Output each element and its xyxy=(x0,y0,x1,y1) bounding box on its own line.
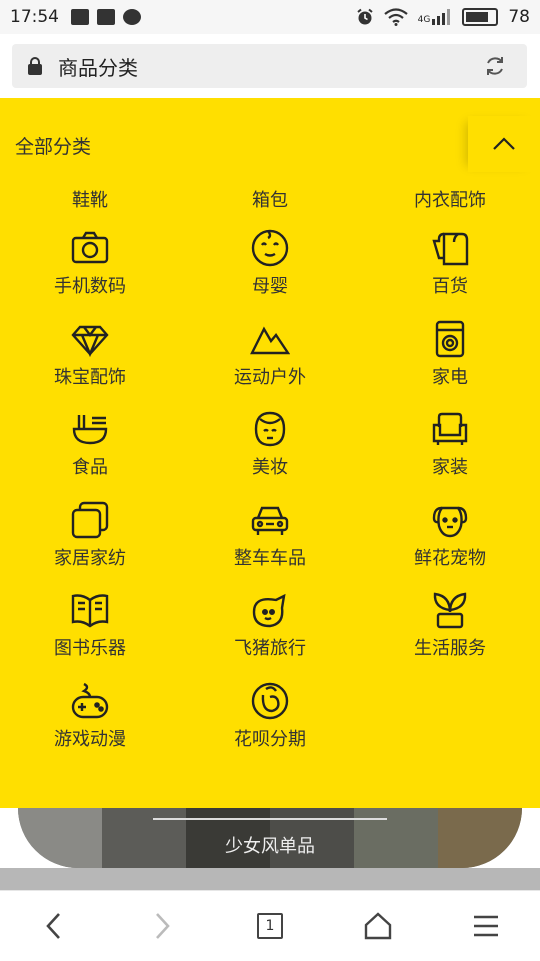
camera-icon xyxy=(71,231,109,264)
category-label: 百货 xyxy=(432,276,468,297)
category-games-anime[interactable]: 游戏动漫 xyxy=(0,681,180,772)
gamepad-icon xyxy=(71,682,109,718)
news-app-icon xyxy=(71,9,89,25)
panel-title: 全部分类 xyxy=(15,136,92,158)
fliggy-icon xyxy=(252,593,286,628)
category-label: 家电 xyxy=(432,366,468,388)
category-label: 美妆 xyxy=(252,457,288,478)
reader-app-icon xyxy=(97,9,115,25)
status-bar: 17:54 4G 78 xyxy=(0,0,540,34)
category-beauty[interactable]: 美妆 xyxy=(180,409,360,500)
notification-icons xyxy=(71,9,141,25)
category-label: 家居家纺 xyxy=(54,547,126,569)
category-travel[interactable]: 飞猪旅行 xyxy=(180,590,360,681)
signal-bars-icon xyxy=(432,9,451,25)
tissue-roll-icon xyxy=(432,232,469,266)
baby-face-icon xyxy=(251,229,289,267)
category-flowers-pets[interactable]: 鲜花宠物 xyxy=(360,500,540,591)
battery-icon xyxy=(462,8,499,26)
status-time: 17:54 xyxy=(10,7,59,27)
top-category-row: 鞋靴 箱包 内衣配饰 xyxy=(0,186,540,212)
category-jewelry[interactable]: 珠宝配饰 xyxy=(0,319,180,410)
chevron-right-icon xyxy=(156,913,170,939)
battery-level: 78 xyxy=(508,7,530,27)
sofa-icon xyxy=(432,412,468,445)
tab-count: 1 xyxy=(257,913,283,939)
category-label: 游戏动漫 xyxy=(54,728,126,750)
app-notification-icon xyxy=(123,9,141,25)
promo-banner[interactable]: 少女风单品 xyxy=(18,808,522,868)
content-strip xyxy=(0,868,540,890)
banner-divider xyxy=(153,818,387,820)
category-label: 飞猪旅行 xyxy=(234,638,306,659)
refresh-icon[interactable] xyxy=(483,54,507,78)
home-icon xyxy=(364,912,392,940)
category-underwear-accessories[interactable]: 内衣配饰 xyxy=(360,186,540,212)
collapse-button[interactable] xyxy=(468,116,540,172)
chevron-up-icon xyxy=(493,137,515,150)
category-appliances[interactable]: 家电 xyxy=(360,319,540,410)
category-bags[interactable]: 箱包 xyxy=(180,186,360,212)
forward-button[interactable] xyxy=(108,891,216,961)
category-books-instruments[interactable]: 图书乐器 xyxy=(0,590,180,681)
category-label: 家装 xyxy=(432,457,468,478)
category-label: 珠宝配饰 xyxy=(54,366,126,388)
menu-button[interactable] xyxy=(432,891,540,961)
category-digital[interactable]: 手机数码 xyxy=(0,228,180,319)
address-bar-area: 商品分类 xyxy=(0,34,540,98)
category-household[interactable]: 百货 xyxy=(360,228,540,319)
chevron-left-icon xyxy=(46,913,60,939)
washing-machine-icon xyxy=(435,320,465,357)
car-icon xyxy=(251,506,289,535)
category-label: 图书乐器 xyxy=(54,638,126,659)
lock-icon xyxy=(28,57,42,75)
signal-indicator: 4G xyxy=(418,9,453,25)
wifi-icon xyxy=(383,8,408,26)
sprout-icon xyxy=(433,592,467,629)
category-label: 整车车品 xyxy=(234,547,306,569)
category-home-decor[interactable]: 家装 xyxy=(360,409,540,500)
category-label: 鲜花宠物 xyxy=(414,547,486,569)
home-button[interactable] xyxy=(324,891,432,961)
mountain-icon xyxy=(250,325,290,354)
diamond-icon xyxy=(71,325,109,357)
huabei-icon xyxy=(251,682,289,719)
category-auto[interactable]: 整车车品 xyxy=(180,500,360,591)
category-label: 食品 xyxy=(72,457,108,478)
category-panel: 全部分类 鞋靴 箱包 内衣配饰 手机数码 母婴 百货 珠宝配饰 运动户外 家电 … xyxy=(0,98,540,808)
category-label: 生活服务 xyxy=(414,638,486,659)
address-bar[interactable]: 商品分类 xyxy=(12,44,527,88)
tabs-button[interactable]: 1 xyxy=(216,891,324,961)
book-icon xyxy=(71,594,109,628)
page-title: 商品分类 xyxy=(58,55,138,80)
category-installments[interactable]: 花呗分期 xyxy=(180,681,360,772)
category-services[interactable]: 生活服务 xyxy=(360,590,540,681)
back-button[interactable] xyxy=(0,891,108,961)
banner-label: 少女风单品 xyxy=(225,836,315,857)
category-baby[interactable]: 母婴 xyxy=(180,228,360,319)
category-label: 运动户外 xyxy=(234,366,306,388)
category-grid: 手机数码 母婴 百货 珠宝配饰 运动户外 家电 食品 美妆 家装 家居家纺 整车… xyxy=(0,228,540,771)
category-food[interactable]: 食品 xyxy=(0,409,180,500)
category-bedding[interactable]: 家居家纺 xyxy=(0,500,180,591)
category-label: 母婴 xyxy=(252,276,288,297)
category-label: 手机数码 xyxy=(54,276,126,297)
category-outdoor[interactable]: 运动户外 xyxy=(180,319,360,410)
category-shoes[interactable]: 鞋靴 xyxy=(0,186,180,212)
category-label: 花呗分期 xyxy=(234,728,306,750)
pillow-icon xyxy=(71,501,109,538)
menu-icon xyxy=(474,915,498,937)
dog-icon xyxy=(432,506,468,537)
noodle-bowl-icon xyxy=(72,415,108,445)
girl-face-icon xyxy=(254,411,286,447)
network-type: 4G xyxy=(417,15,431,25)
alarm-icon xyxy=(357,8,373,25)
bottom-toolbar: 1 xyxy=(0,890,540,961)
